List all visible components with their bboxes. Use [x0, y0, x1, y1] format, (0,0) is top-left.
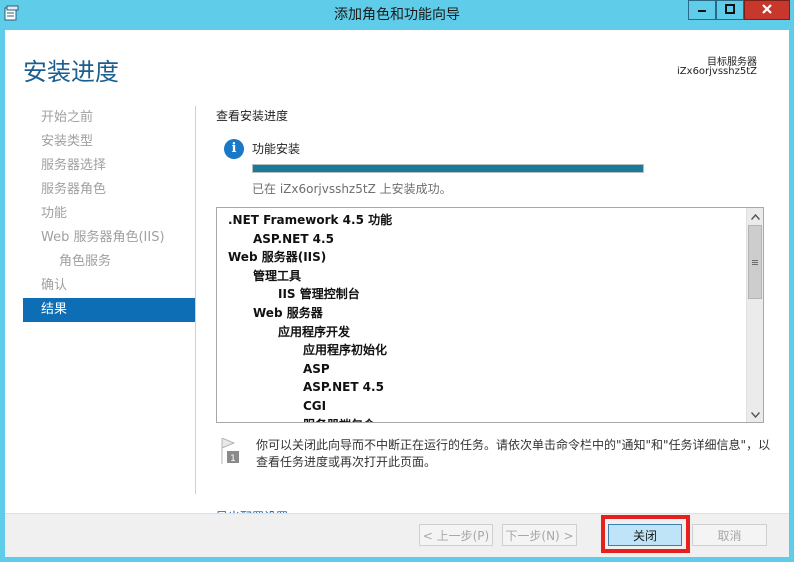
- minimize-button[interactable]: [688, 0, 716, 20]
- chevron-down-icon: [750, 407, 760, 421]
- tree-row: CGI: [303, 398, 327, 413]
- close-icon: [761, 3, 773, 18]
- tree-row: 服务器端包含: [217, 416, 745, 422]
- tree-row: 应用程序初始化: [303, 343, 388, 358]
- list-scrollbar[interactable]: [746, 208, 763, 422]
- scroll-down-button[interactable]: [747, 406, 763, 422]
- wizard-footer: < 上一步(P) 下一步(N) > 关闭 取消: [5, 514, 789, 557]
- previous-button[interactable]: < 上一步(P): [419, 524, 493, 546]
- nav-item-features: 功能: [41, 206, 68, 221]
- nav-item-web-server-role: Web 服务器角色(IIS): [41, 230, 165, 245]
- chevron-up-icon: [750, 209, 760, 223]
- nav-item-role-services: 角色服务: [59, 254, 112, 269]
- installation-progress-bar: [252, 164, 644, 173]
- close-wizard-note: 你可以关闭此向导而不中断正在运行的任务。请依次单击命令栏中的"通知"和"任务详细…: [256, 438, 771, 469]
- tree-row: ASP.NET 4.5: [253, 231, 334, 246]
- tree-row: Web 服务器(IIS): [228, 250, 327, 265]
- info-icon: i: [224, 139, 244, 159]
- tree-row: ASP.NET 4.5: [303, 380, 384, 395]
- nav-divider: [195, 106, 196, 494]
- features-tree: .NET Framework 4.5 功能 ASP.NET 4.5 Web 服务器(…: [217, 208, 745, 422]
- nav-item-installation-type: 安装类型: [41, 134, 94, 149]
- install-status-text: 已在 iZx6orjvsshz5tZ 上安装成功。: [252, 182, 452, 196]
- nav-item-results[interactable]: 结果: [23, 298, 195, 322]
- close-window-button[interactable]: [744, 0, 790, 20]
- notification-flag-icon: 1: [221, 437, 241, 464]
- close-button-highlight: [601, 515, 690, 553]
- page-title: 安装进度: [23, 58, 119, 86]
- progress-fill: [253, 165, 643, 172]
- window-title: 添加角色和功能向导: [334, 7, 460, 23]
- cancel-button[interactable]: 取消: [692, 524, 767, 546]
- tree-row: ASP: [303, 361, 330, 376]
- tree-row: .NET Framework 4.5 功能: [228, 213, 393, 227]
- next-button[interactable]: 下一步(N) >: [502, 524, 577, 546]
- scroll-up-button[interactable]: [747, 208, 763, 224]
- scroll-thumb[interactable]: [748, 225, 762, 299]
- minimize-icon: [697, 3, 707, 17]
- maximize-button[interactable]: [716, 0, 744, 20]
- target-server-name: iZx6orjvsshz5tZ: [677, 66, 757, 77]
- nav-item-before-you-begin: 开始之前: [41, 110, 94, 125]
- installed-features-list[interactable]: .NET Framework 4.5 功能 ASP.NET 4.5 Web 服务器(…: [216, 207, 764, 423]
- tree-row: Web 服务器: [253, 305, 323, 320]
- wizard-window: 添加角色和功能向导 安装进度 目标服务器 iZx6orjvsshz5tZ 开始之…: [0, 0, 794, 562]
- wizard-client-area: 安装进度 目标服务器 iZx6orjvsshz5tZ 开始之前 安装类型 服务器…: [5, 30, 789, 557]
- nav-item-confirmation: 确认: [41, 278, 68, 293]
- maximize-icon: [725, 3, 735, 17]
- nav-item-server-selection: 服务器选择: [41, 158, 107, 173]
- title-bar[interactable]: 添加角色和功能向导: [0, 0, 794, 26]
- section-title: 查看安装进度: [216, 109, 289, 123]
- wizard-steps-nav: 开始之前 安装类型 服务器选择 服务器角色 功能 Web 服务器角色(IIS) …: [23, 106, 195, 322]
- nav-item-server-roles: 服务器角色: [41, 182, 107, 197]
- notification-badge: 1: [230, 454, 236, 464]
- grip-icon: [752, 259, 758, 265]
- tree-row: 应用程序开发: [278, 324, 351, 339]
- feature-installation-label: 功能安装: [252, 142, 301, 156]
- tree-row: 管理工具: [253, 268, 302, 283]
- tree-row: IIS 管理控制台: [278, 287, 360, 302]
